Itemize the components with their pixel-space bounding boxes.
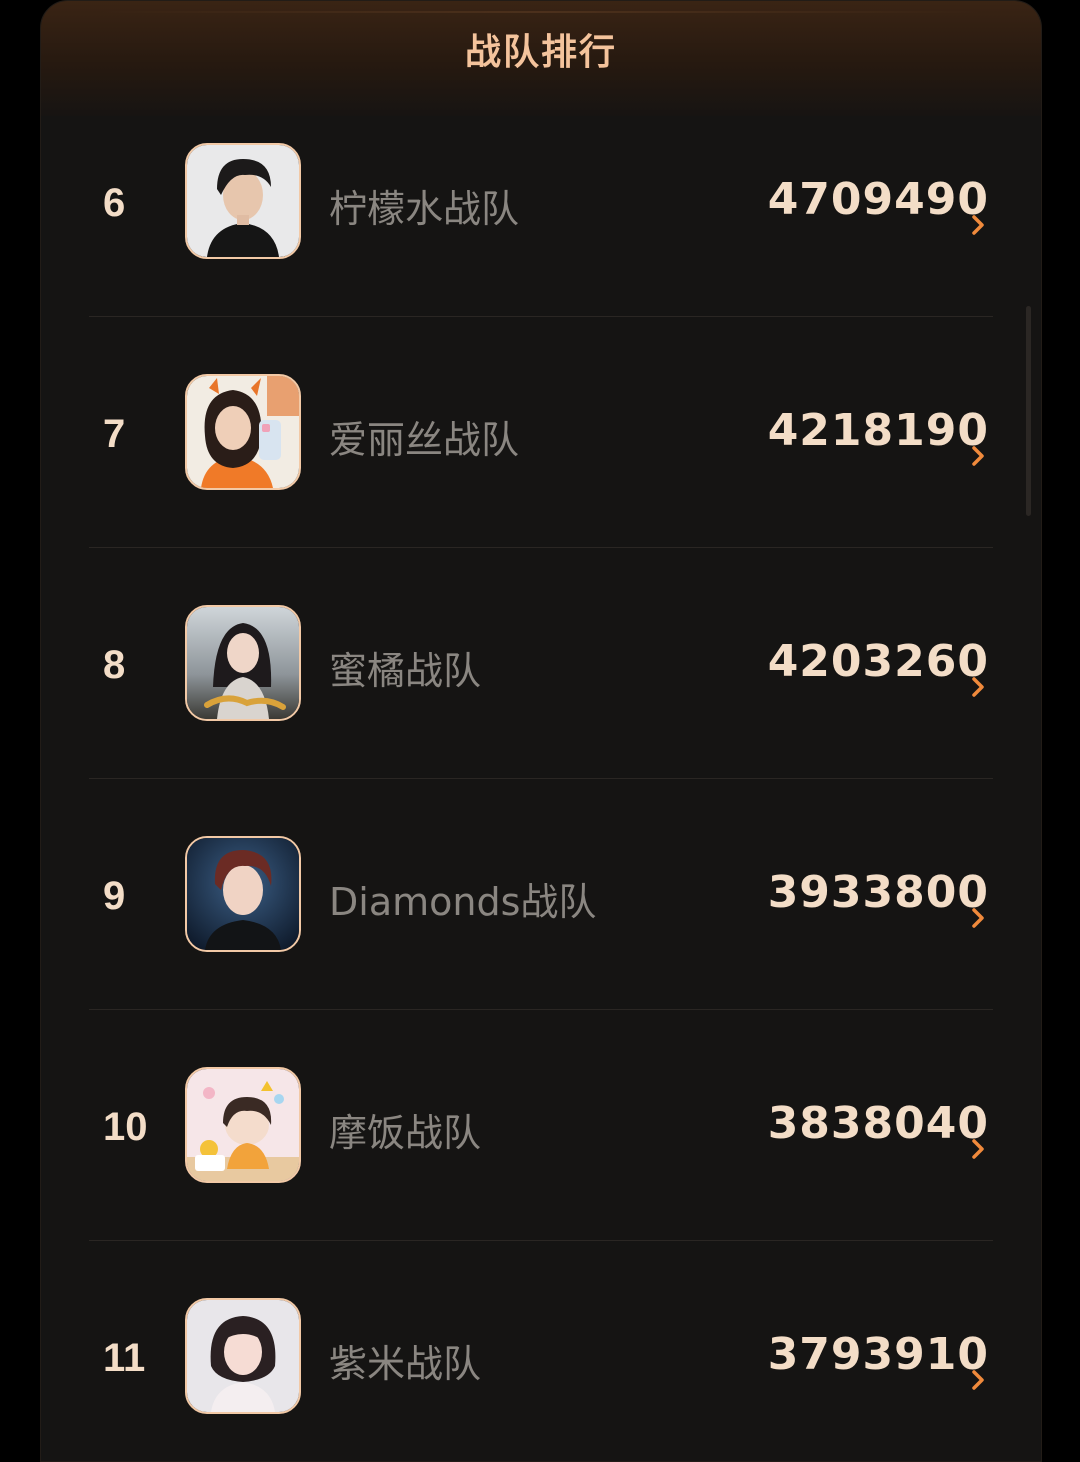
team-avatar[interactable] <box>185 143 301 259</box>
rank-number: 11 <box>103 1336 146 1380</box>
list-item[interactable]: 8 蜜橘战队 4203260 <box>41 548 1041 779</box>
chevron-right-icon[interactable] <box>971 907 985 929</box>
list-item[interactable]: 10 摩饭战队 3838040 <box>41 1010 1041 1241</box>
team-score: 3933800 <box>767 867 989 918</box>
team-avatar[interactable] <box>185 605 301 721</box>
chevron-right-icon[interactable] <box>971 1138 985 1160</box>
team-score: 3838040 <box>767 1098 989 1149</box>
team-name: 紫米战队 <box>329 1342 482 1386</box>
rank-number: 6 <box>103 181 126 225</box>
rank-number: 7 <box>103 412 126 456</box>
team-score: 4203260 <box>767 636 989 687</box>
team-name: 摩饭战队 <box>329 1111 482 1155</box>
chevron-right-icon[interactable] <box>971 1369 985 1391</box>
team-name: 蜜橘战队 <box>329 649 482 693</box>
list-item[interactable]: 11 紫米战队 3793910 <box>41 1241 1041 1461</box>
avatar-cartoon-icon <box>187 1069 299 1181</box>
page-title: 战队排行 <box>464 32 617 73</box>
team-name: 爱丽丝战队 <box>329 418 520 462</box>
team-list: 6 柠檬水战队 4709490 7 爱丽丝战队 4218190 8 蜜橘战队 4… <box>41 86 1041 1461</box>
list-item[interactable]: 7 爱丽丝战队 4218190 <box>41 317 1041 548</box>
team-score: 3793910 <box>767 1329 989 1380</box>
avatar-female-selfie-icon <box>187 376 299 488</box>
rank-number: 10 <box>103 1105 148 1149</box>
scrollbar[interactable] <box>1026 306 1031 516</box>
team-score: 4218190 <box>767 405 989 456</box>
team-score: 4709490 <box>767 174 989 225</box>
ranking-panel: 战队排行 6 柠檬水战队 4709490 7 爱丽丝战队 4218190 8 蜜… <box>40 0 1042 1462</box>
team-avatar[interactable] <box>185 836 301 952</box>
team-avatar[interactable] <box>185 374 301 490</box>
team-avatar[interactable] <box>185 1298 301 1414</box>
rank-number: 8 <box>103 643 126 687</box>
avatar-drama-poster-icon <box>187 607 299 719</box>
avatar-male-red-hair-icon <box>187 838 299 950</box>
list-item[interactable]: 6 柠檬水战队 4709490 <box>41 86 1041 317</box>
team-name: 柠檬水战队 <box>329 187 520 231</box>
chevron-right-icon[interactable] <box>971 445 985 467</box>
chevron-right-icon[interactable] <box>971 676 985 698</box>
list-item[interactable]: 9 Diamonds战队 3933800 <box>41 779 1041 1010</box>
team-avatar[interactable] <box>185 1067 301 1183</box>
avatar-male-dark-hair-icon <box>187 145 299 257</box>
rank-number: 9 <box>103 874 126 918</box>
team-name: Diamonds战队 <box>329 880 597 924</box>
chevron-right-icon[interactable] <box>971 214 985 236</box>
avatar-female-light-icon <box>187 1300 299 1412</box>
